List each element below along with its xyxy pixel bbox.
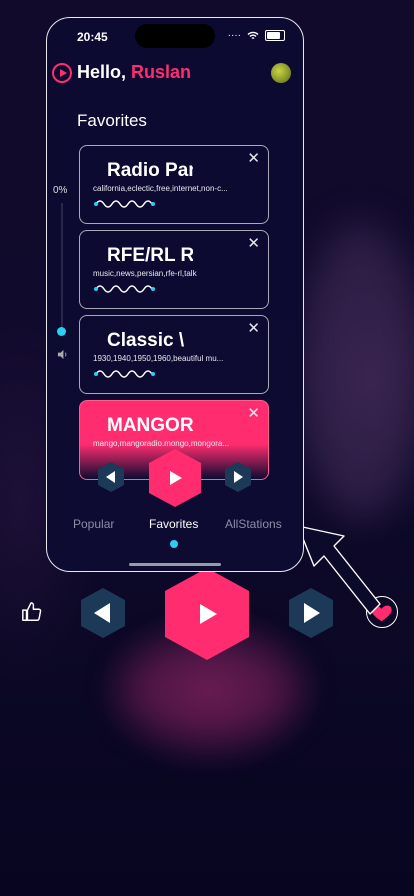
previous-button[interactable] — [79, 587, 127, 639]
phone-screen: 20:45 ···· Hello, Ruslan Favorites 0% Ra… — [46, 17, 304, 572]
station-name: MANGOR — [107, 415, 194, 436]
station-name: RFE/RL R — [107, 245, 193, 266]
mini-play-button[interactable] — [147, 448, 203, 508]
cursor-arrow-icon — [297, 525, 381, 615]
tab-allstations[interactable]: AllStations — [225, 517, 282, 531]
station-name: Radio Par — [107, 160, 193, 181]
station-tags: music,news,persian,rfe-rl,talk — [93, 269, 197, 278]
close-icon[interactable]: ✕ — [247, 406, 260, 421]
close-icon[interactable]: ✕ — [247, 151, 260, 166]
volume-knob[interactable] — [57, 327, 66, 336]
play-button[interactable] — [163, 567, 251, 661]
station-tags: 1930,1940,1950,1960,beautiful mu... — [93, 354, 224, 363]
greeting: Hello, Ruslan — [77, 62, 192, 82]
speaker-icon — [57, 349, 68, 363]
station-tags: california,eclectic,free,internet,non-c.… — [93, 184, 228, 193]
station-name: Classic \ — [107, 330, 185, 351]
volume-slider[interactable] — [61, 203, 63, 333]
wave-icon — [94, 200, 155, 208]
page-title: Favorites — [77, 111, 147, 130]
tab-popular[interactable]: Popular — [73, 517, 114, 531]
avatar[interactable] — [271, 63, 291, 83]
close-icon[interactable]: ✕ — [247, 321, 260, 336]
home-indicator — [129, 563, 221, 566]
notch — [135, 24, 215, 48]
wave-icon — [94, 370, 155, 378]
background-glow — [300, 220, 414, 520]
tab-favorites[interactable]: Favorites — [149, 517, 198, 531]
logo-play-icon — [52, 62, 72, 83]
signal-icon: ···· — [227, 30, 241, 41]
tab-indicator — [170, 540, 178, 548]
thumbs-up-icon — [22, 602, 42, 621]
close-icon[interactable]: ✕ — [247, 236, 260, 251]
wave-icon — [94, 285, 155, 293]
status-icons: ···· — [228, 30, 285, 41]
station-card[interactable]: RFE/RL R music,news,persian,rfe-rl,talk … — [79, 230, 269, 309]
wifi-icon — [247, 31, 259, 40]
app-header: Hello, Ruslan — [52, 62, 191, 83]
station-card[interactable]: Radio Par california,eclectic,free,inter… — [79, 145, 269, 224]
mini-next-button[interactable] — [223, 461, 253, 493]
mini-previous-button[interactable] — [96, 461, 126, 493]
like-button[interactable] — [21, 601, 43, 628]
station-card[interactable]: Classic \ 1930,1940,1950,1960,beautiful … — [79, 315, 269, 394]
status-time: 20:45 — [77, 30, 108, 44]
volume-label: 0% — [53, 185, 68, 196]
station-tags: mango,mangoradio.mongo,mongora... — [93, 439, 230, 448]
battery-icon — [265, 30, 285, 41]
